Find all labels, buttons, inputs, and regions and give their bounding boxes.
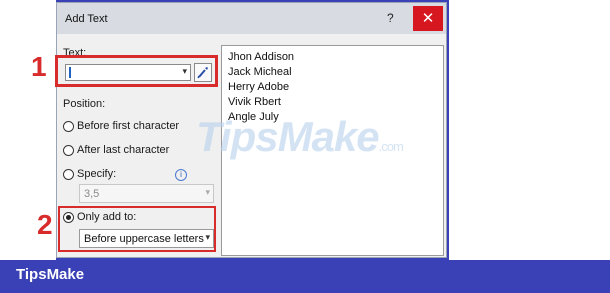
step-number-2: 2 xyxy=(37,209,53,240)
list-item[interactable]: Jack Micheal xyxy=(228,66,292,78)
radio-before-first[interactable] xyxy=(63,121,74,132)
list-item[interactable]: Vivik Rbert xyxy=(228,96,281,108)
step-number-1: 1 xyxy=(31,51,47,82)
before-first-label[interactable]: Before first character xyxy=(77,120,179,132)
dialog-title: Add Text xyxy=(65,13,108,25)
help-button[interactable]: ? xyxy=(387,11,394,25)
close-button[interactable]: ✕ xyxy=(413,6,443,31)
highlight-box-1 xyxy=(55,55,218,87)
position-label: Position: xyxy=(63,98,106,110)
list-item[interactable]: Herry Adobe xyxy=(228,81,289,93)
chevron-down-icon: ▾ xyxy=(205,187,210,197)
radio-specify[interactable] xyxy=(63,169,74,180)
specify-label[interactable]: Specify: xyxy=(77,168,116,180)
list-item[interactable]: Jhon Addison xyxy=(228,51,294,63)
highlight-box-2 xyxy=(58,206,216,252)
after-last-label[interactable]: After last character xyxy=(77,144,169,156)
title-bar: Add Text ? ✕ xyxy=(57,3,446,34)
background-right xyxy=(449,0,610,260)
footer-brand: TipsMake xyxy=(16,266,85,283)
info-icon: i xyxy=(175,169,187,181)
watermark: TipsMake.com xyxy=(196,113,404,160)
specify-value: 3,5 xyxy=(84,188,100,200)
radio-after-last[interactable] xyxy=(63,145,74,156)
specify-input[interactable]: 3,5 ▾ xyxy=(79,184,214,203)
